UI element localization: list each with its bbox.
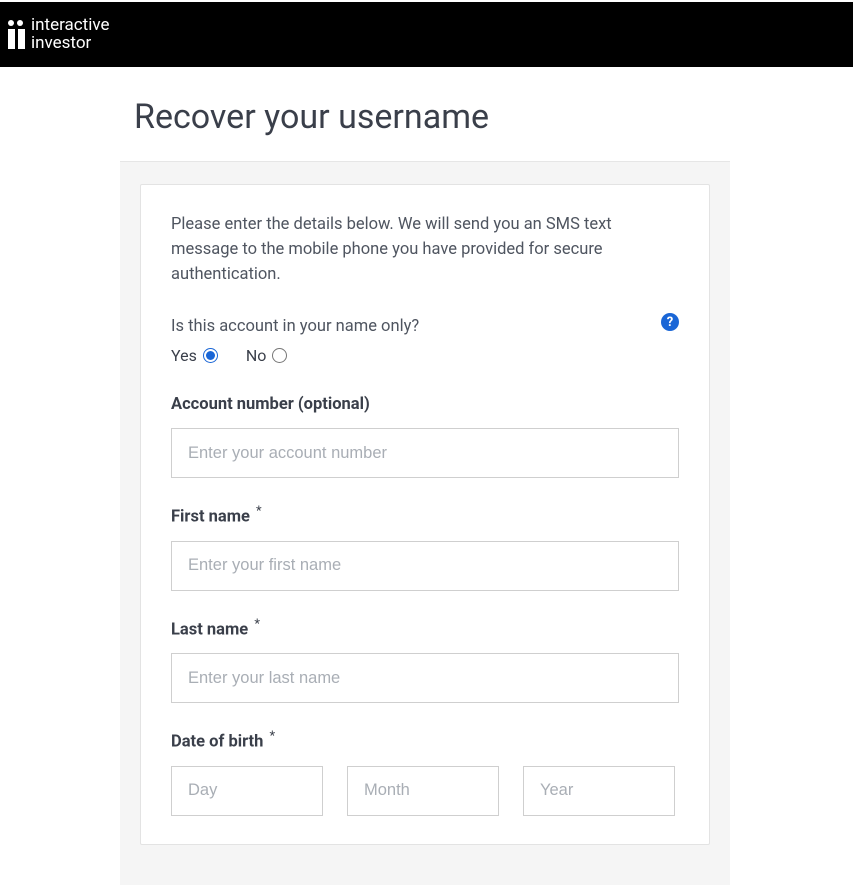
radio-yes[interactable] bbox=[203, 348, 218, 363]
required-mark: * bbox=[256, 504, 262, 519]
name-only-question: Is this account in your name only? bbox=[171, 317, 419, 336]
form-panel-wrap: Please enter the details below. We will … bbox=[120, 162, 730, 885]
radio-yes-wrap[interactable]: Yes bbox=[171, 346, 218, 365]
last-name-label: Last name * bbox=[171, 617, 679, 640]
radio-no-label: No bbox=[246, 346, 267, 365]
help-icon[interactable]: ? bbox=[661, 313, 679, 331]
dob-month-input[interactable] bbox=[347, 766, 499, 816]
brand-line1: interactive bbox=[31, 17, 110, 35]
dob-year-input[interactable] bbox=[523, 766, 675, 816]
dob-label: Date of birth * bbox=[171, 729, 679, 752]
required-mark: * bbox=[254, 617, 260, 632]
brand-logo[interactable]: interactive investor bbox=[8, 17, 110, 53]
last-name-label-text: Last name bbox=[171, 620, 248, 639]
last-name-input[interactable] bbox=[171, 653, 679, 703]
page-title: Recover your username bbox=[134, 97, 730, 137]
radio-no-wrap[interactable]: No bbox=[246, 346, 288, 365]
logo-mark-icon bbox=[8, 20, 25, 49]
account-number-input[interactable] bbox=[171, 428, 679, 478]
radio-no[interactable] bbox=[272, 348, 287, 363]
intro-text: Please enter the details below. We will … bbox=[171, 213, 679, 287]
dob-label-text: Date of birth bbox=[171, 733, 263, 752]
dob-day-input[interactable] bbox=[171, 766, 323, 816]
brand-name: interactive investor bbox=[31, 17, 110, 53]
first-name-input[interactable] bbox=[171, 541, 679, 591]
required-mark: * bbox=[270, 729, 276, 744]
first-name-label-text: First name bbox=[171, 508, 250, 527]
brand-line2: investor bbox=[31, 35, 110, 53]
form-panel: Please enter the details below. We will … bbox=[140, 184, 710, 845]
radio-yes-label: Yes bbox=[171, 346, 197, 365]
account-number-label: Account number (optional) bbox=[171, 395, 679, 414]
first-name-label: First name * bbox=[171, 504, 679, 527]
site-header: interactive investor bbox=[0, 2, 853, 67]
